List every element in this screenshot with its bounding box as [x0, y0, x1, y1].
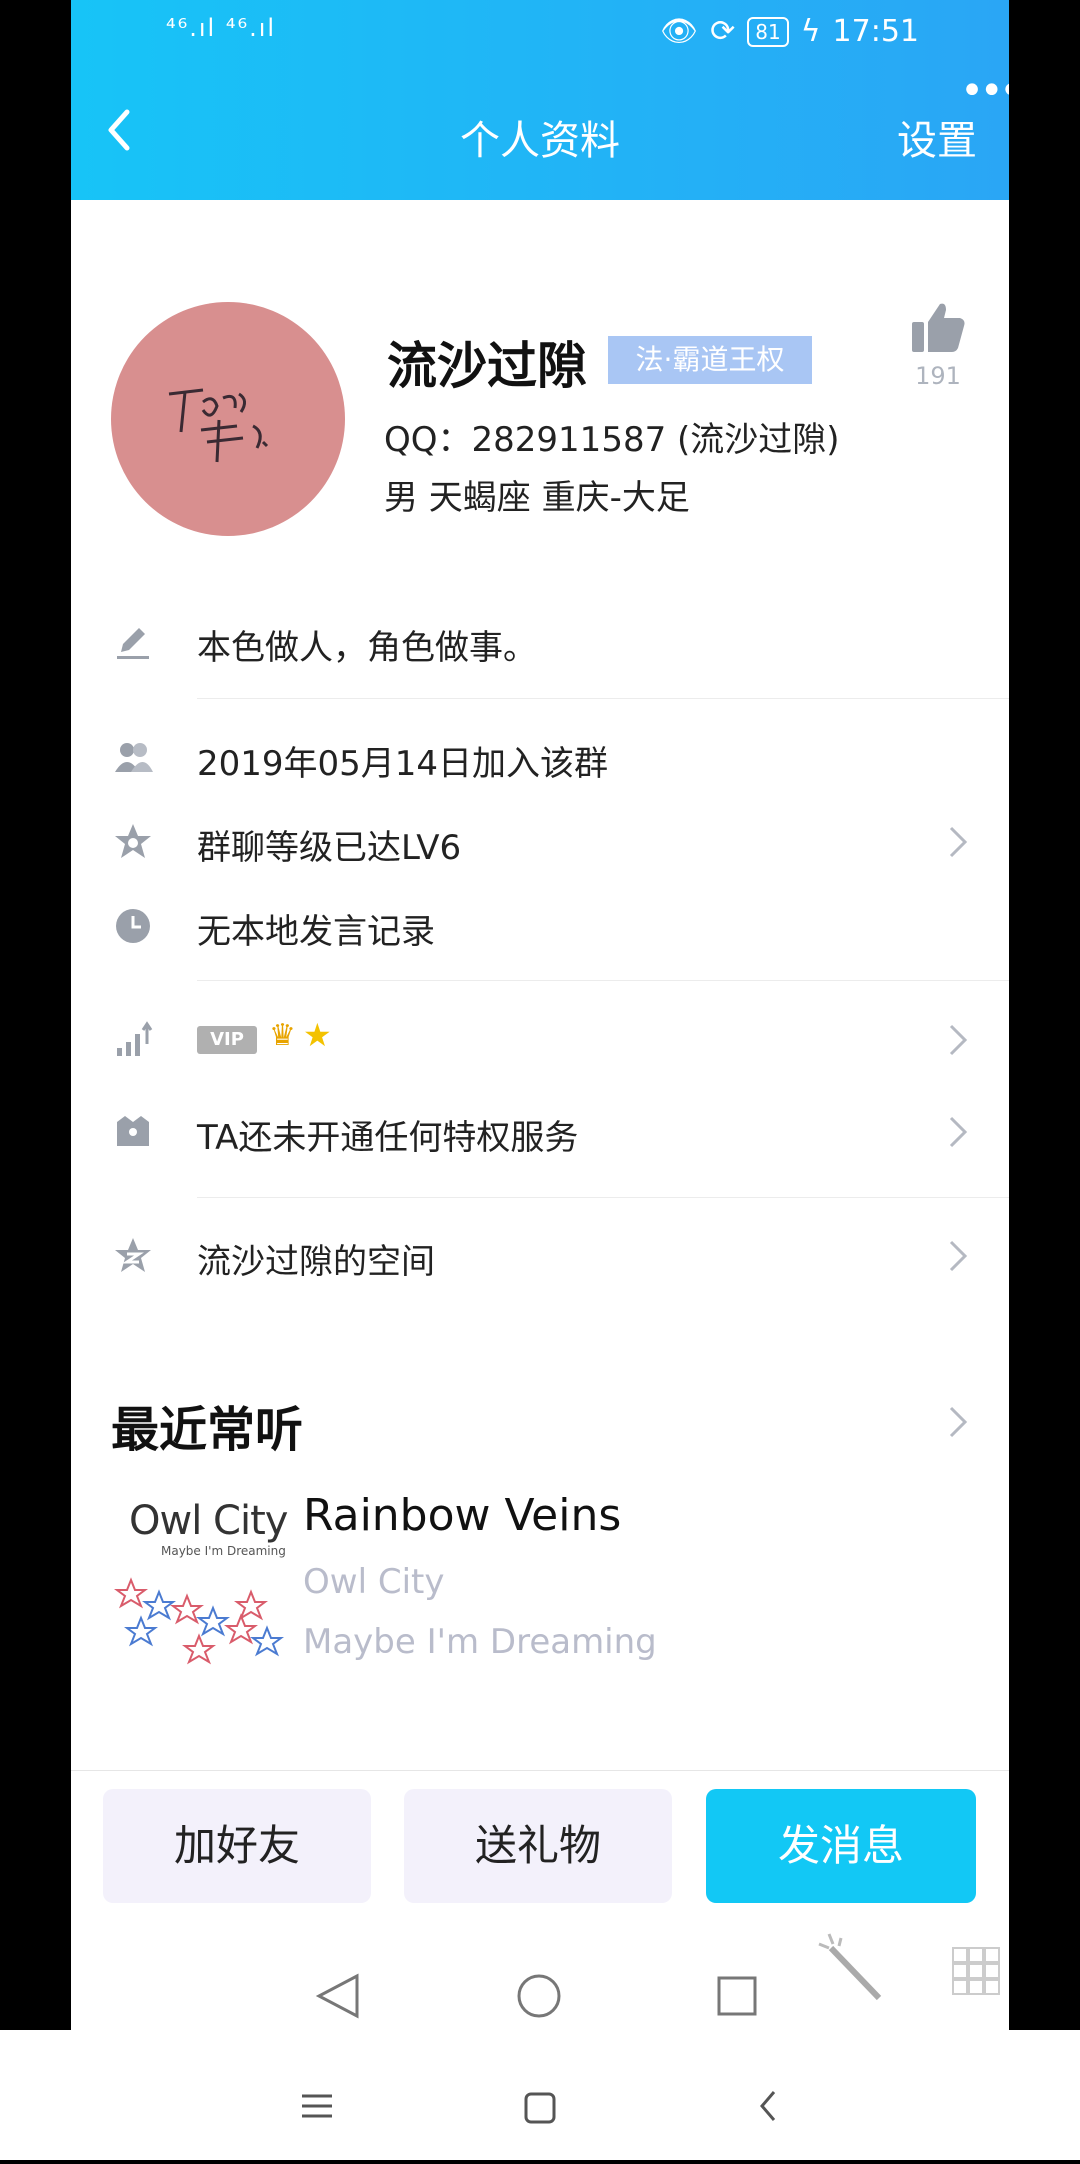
eye-icon: 👁 [660, 14, 699, 49]
group-level-row[interactable]: 群聊等级已达LV6 [71, 806, 1009, 876]
divider [197, 1197, 1009, 1198]
qzone-row[interactable]: 流沙过隙的空间 [71, 1220, 1009, 1290]
join-date-text: 2019年05月14日加入该群 [197, 744, 609, 784]
menu-icon[interactable] [302, 2094, 332, 2118]
chevron-right-icon [949, 826, 968, 858]
qzone-icon [115, 1238, 151, 1272]
vip-badge: VIP [197, 1026, 257, 1054]
title-badge[interactable]: 法·霸道王权 [608, 336, 812, 384]
system-nav-bar [0, 2030, 1080, 2160]
vip-row[interactable]: VIP ♛ ★ [71, 1004, 1009, 1074]
divider [197, 980, 1009, 981]
clock: 17:51 [832, 14, 919, 49]
page-title: 个人资料 [460, 118, 620, 164]
signature-image [168, 388, 269, 463]
chevron-right-icon[interactable] [945, 1404, 971, 1440]
group-level-text: 群聊等级已达LV6 [197, 828, 462, 868]
status-bar: ⁴⁶.ıl ⁴⁶.ıl 👁 ⟳ 81 ϟ 17:51 [71, 0, 1009, 70]
join-date-row: 2019年05月14日加入该群 [71, 722, 1009, 792]
settings-button[interactable]: 设置 [897, 108, 977, 166]
status-right: 👁 ⟳ 81 ϟ 17:51 [660, 14, 919, 49]
in-app-nav-bar [71, 1920, 1009, 2030]
basic-info: 男 天蝎座 重庆-大足 [384, 478, 690, 518]
chevron-right-icon [949, 1116, 968, 1148]
nav-recents-icon[interactable] [717, 1976, 757, 2016]
signature-text: 本色做人，角色做事。 [197, 628, 537, 668]
qq-number: QQ：282911587 (流沙过隙) [384, 420, 840, 460]
app-screen: ⁴⁶.ıl ⁴⁶.ıl 👁 ⟳ 81 ϟ 17:51 个人资料 设置 ••• 流… [71, 0, 1009, 2030]
album-cover[interactable]: Owl City Maybe I'm Dreaming [111, 1496, 293, 1666]
level-bars-icon [117, 1021, 153, 1056]
song-artist: Owl City [303, 1562, 445, 1602]
like-button[interactable]: 191 [903, 300, 973, 390]
magic-wand-icon[interactable] [818, 1933, 882, 2001]
chevron-right-icon [949, 1024, 968, 1056]
nav-back-icon[interactable] [315, 1973, 359, 2019]
chat-record-row: 无本地发言记录 [71, 890, 1009, 960]
privilege-row[interactable]: TA还未开通任何特权服务 [71, 1096, 1009, 1166]
charging-icon: ϟ [800, 14, 821, 49]
crown-icon: ♛ [269, 1018, 296, 1053]
recent-music-title: 最近常听 [111, 1402, 304, 1458]
send-gift-button[interactable]: 送礼物 [404, 1789, 672, 1903]
action-bar-divider [71, 1770, 1009, 1771]
song-title[interactable]: Rainbow Veins [303, 1490, 621, 1541]
system-back-icon[interactable] [760, 2091, 776, 2121]
thumbs-up-icon [912, 303, 965, 352]
nav-home-icon[interactable] [517, 1974, 561, 2018]
profile-name: 流沙过隙 [387, 337, 587, 395]
header-bar: 个人资料 设置 [71, 70, 1009, 200]
home-square-icon[interactable] [524, 2092, 556, 2124]
add-friend-button[interactable]: 加好友 [103, 1789, 371, 1903]
more-options-icon[interactable]: ••• [960, 68, 1009, 114]
keyboard-grid-icon[interactable] [952, 1947, 1000, 1995]
chevron-right-icon [949, 1240, 968, 1272]
clock-icon [116, 909, 150, 943]
avatar[interactable] [111, 302, 345, 536]
like-count: 191 [915, 362, 961, 390]
chat-record-text: 无本地发言记录 [197, 912, 435, 952]
battery-indicator: 81 [747, 16, 789, 47]
divider [197, 698, 1009, 699]
speed-icon: ⟳ [710, 14, 736, 49]
signal-indicator: ⁴⁶.ıl ⁴⁶.ıl [166, 14, 277, 42]
send-message-button[interactable]: 发消息 [706, 1789, 976, 1903]
group-members-icon [115, 743, 153, 772]
signature-row[interactable]: 本色做人，角色做事。 [71, 606, 1009, 676]
crown-box-icon [117, 1116, 149, 1146]
edit-icon [117, 628, 149, 659]
qzone-text: 流沙过隙的空间 [197, 1242, 435, 1282]
level-star-icon [115, 824, 151, 858]
privilege-text: TA还未开通任何特权服务 [197, 1118, 579, 1158]
stars-art [114, 1577, 284, 1665]
star-icon: ★ [303, 1016, 332, 1054]
song-album: Maybe I'm Dreaming [303, 1622, 657, 1662]
